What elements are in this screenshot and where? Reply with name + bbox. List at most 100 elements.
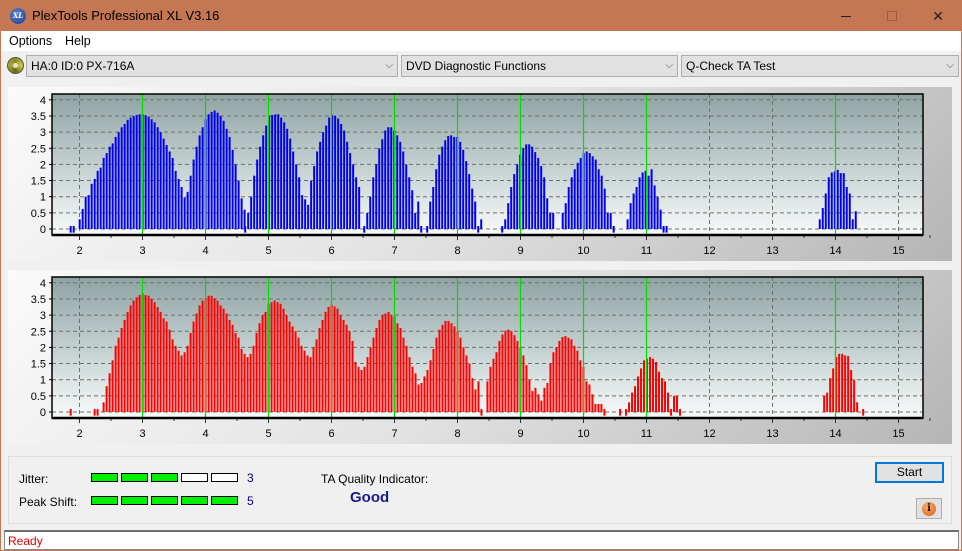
bar <box>655 361 658 412</box>
bar <box>307 204 310 229</box>
bar <box>673 395 676 412</box>
bar <box>265 125 268 229</box>
bar <box>84 196 87 229</box>
bar <box>327 307 330 412</box>
bar <box>411 190 414 229</box>
peak-shift-segment <box>151 496 178 505</box>
bar <box>219 115 222 229</box>
bar <box>402 337 405 412</box>
bar <box>432 187 435 229</box>
bar <box>659 209 662 229</box>
bar <box>279 303 282 412</box>
bar <box>384 130 387 229</box>
bar <box>225 313 228 412</box>
bar <box>842 173 845 229</box>
bar <box>829 378 832 412</box>
close-button[interactable]: ✕ <box>915 1 961 31</box>
function-select[interactable]: DVD Diagnostic Functions ⌵ <box>401 55 678 77</box>
bar <box>429 201 432 229</box>
bar <box>72 226 75 233</box>
bar <box>300 345 303 412</box>
bar <box>552 212 555 229</box>
bar <box>138 114 141 229</box>
bar <box>156 307 159 412</box>
bar <box>387 127 390 229</box>
bar <box>222 120 225 229</box>
maximize-button[interactable] <box>869 1 915 31</box>
bar <box>102 402 105 412</box>
bar <box>301 195 304 229</box>
bar <box>546 198 549 229</box>
bar <box>186 345 189 412</box>
bar <box>453 326 456 412</box>
bar <box>381 315 384 412</box>
bar <box>292 151 295 229</box>
bar <box>570 339 573 412</box>
bar <box>432 349 435 412</box>
start-button[interactable]: Start <box>875 462 944 483</box>
bar <box>603 188 606 229</box>
bar <box>328 117 331 229</box>
bar <box>363 366 366 412</box>
bar <box>543 177 546 229</box>
bar <box>304 199 307 229</box>
bar <box>369 196 372 229</box>
bar <box>165 321 168 412</box>
peak-shift-segment <box>91 496 118 505</box>
bar <box>231 149 234 229</box>
bar <box>132 300 135 412</box>
bar <box>253 175 256 229</box>
bar <box>414 373 417 412</box>
bar <box>216 112 219 229</box>
bar <box>81 208 84 229</box>
bar <box>168 329 171 412</box>
bar <box>336 308 339 412</box>
bar <box>567 337 570 412</box>
bar <box>423 376 426 412</box>
drive-select[interactable]: HA:0 ID:0 PX-716A ⌵ <box>26 55 398 77</box>
bar <box>661 378 664 412</box>
menu-options[interactable]: Options <box>9 34 52 48</box>
bar <box>564 336 567 412</box>
x-tick-label: 3 <box>139 428 145 440</box>
bar <box>150 119 153 229</box>
bar <box>147 116 150 229</box>
bar <box>841 353 844 412</box>
bar <box>417 201 420 229</box>
bar <box>827 177 830 229</box>
bar <box>818 219 821 229</box>
minimize-button[interactable] <box>823 1 869 31</box>
bar <box>352 164 355 229</box>
bar <box>513 174 516 229</box>
info-button[interactable]: i <box>916 498 942 519</box>
bar <box>340 124 343 229</box>
y-tick-label: 0 <box>40 407 46 419</box>
bar <box>321 319 324 412</box>
x-tick-label: 6 <box>328 428 334 440</box>
menu-help[interactable]: Help <box>65 34 91 48</box>
bar <box>399 328 402 412</box>
bar <box>102 157 105 229</box>
x-tick-label: 11 <box>641 428 652 440</box>
bar <box>537 394 540 412</box>
bar <box>93 178 96 229</box>
bar <box>273 300 276 412</box>
bar <box>531 391 534 412</box>
x-tick-label: 12 <box>703 245 715 257</box>
bar <box>522 355 525 412</box>
bar <box>271 114 274 229</box>
peak-shift-segment <box>121 496 148 505</box>
bar <box>637 376 640 412</box>
test-select[interactable]: Q-Check TA Test ⌵ <box>681 55 959 77</box>
x-tick-label: 10 <box>577 428 589 440</box>
x-tick-label: 13 <box>766 428 778 440</box>
bar <box>510 331 513 412</box>
bar <box>237 180 240 229</box>
bar <box>360 370 363 412</box>
y-tick-label: 2.5 <box>31 326 46 338</box>
bar <box>312 347 315 412</box>
bar <box>174 170 177 229</box>
y-tick-label: 3.5 <box>31 294 46 306</box>
bar <box>375 164 378 229</box>
jitter-segment <box>211 473 238 482</box>
